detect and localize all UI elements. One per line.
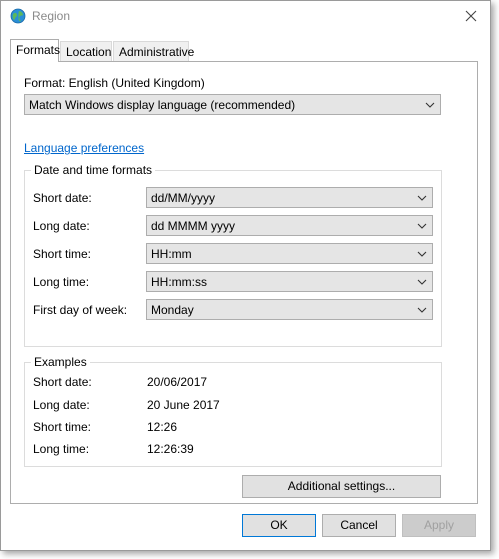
- additional-settings-button[interactable]: Additional settings...: [242, 475, 441, 498]
- example-short-time-value: 12:26: [147, 420, 178, 434]
- examples-group: Examples Short date: 20/06/2017 Long dat…: [24, 355, 442, 467]
- first-day-of-week-value: Monday: [151, 303, 194, 317]
- short-date-label: Short date:: [33, 191, 92, 205]
- long-date-select[interactable]: dd MMMM yyyy: [146, 215, 433, 236]
- example-long-time-label: Long time:: [33, 442, 90, 456]
- short-time-label: Short time:: [33, 247, 92, 261]
- examples-title: Examples: [31, 355, 90, 369]
- short-time-value: HH:mm: [151, 247, 192, 261]
- short-time-select[interactable]: HH:mm: [146, 243, 433, 264]
- example-short-time-label: Short time:: [33, 420, 92, 434]
- long-time-label: Long time:: [33, 275, 90, 289]
- example-long-date-value: 20 June 2017: [147, 398, 220, 412]
- example-short-date-value: 20/06/2017: [147, 375, 208, 389]
- chevron-down-icon: [425, 102, 435, 108]
- apply-button[interactable]: Apply: [402, 514, 476, 537]
- tab-formats[interactable]: Formats: [10, 39, 60, 62]
- short-date-select[interactable]: dd/MM/yyyy: [146, 187, 433, 208]
- close-button[interactable]: [462, 7, 480, 25]
- tab-administrative[interactable]: Administrative: [113, 41, 194, 61]
- example-long-date-label: Long date:: [33, 398, 90, 412]
- title-bar: Region: [1, 1, 490, 31]
- long-time-value: HH:mm:ss: [151, 275, 207, 289]
- chevron-down-icon: [417, 279, 427, 285]
- format-label: Format: English (United Kingdom): [24, 76, 205, 90]
- long-date-value: dd MMMM yyyy: [151, 219, 235, 233]
- chevron-down-icon: [417, 195, 427, 201]
- short-date-value: dd/MM/yyyy: [151, 191, 216, 205]
- chevron-down-icon: [417, 307, 427, 313]
- formats-panel: Format: English (United Kingdom) Match W…: [10, 61, 478, 504]
- close-icon: [465, 10, 477, 22]
- chevron-down-icon: [417, 223, 427, 229]
- ok-button[interactable]: OK: [242, 514, 316, 537]
- long-date-label: Long date:: [33, 219, 90, 233]
- example-short-date-label: Short date:: [33, 375, 92, 389]
- format-select-value: Match Windows display language (recommen…: [29, 98, 296, 112]
- cancel-button[interactable]: Cancel: [322, 514, 396, 537]
- window-title: Region: [32, 9, 71, 23]
- format-select[interactable]: Match Windows display language (recommen…: [24, 94, 441, 115]
- tab-location[interactable]: Location: [60, 41, 112, 61]
- first-day-of-week-label: First day of week:: [33, 303, 128, 317]
- first-day-of-week-select[interactable]: Monday: [146, 299, 433, 320]
- date-time-formats-title: Date and time formats: [31, 163, 156, 177]
- long-time-select[interactable]: HH:mm:ss: [146, 271, 433, 292]
- region-dialog: Region Formats Location Administrative F…: [0, 0, 491, 551]
- chevron-down-icon: [417, 251, 427, 257]
- language-preferences-link[interactable]: Language preferences: [24, 141, 144, 155]
- globe-icon: [10, 8, 26, 24]
- date-time-formats-group: Date and time formats Short date: dd/MM/…: [24, 163, 442, 347]
- example-long-time-value: 12:26:39: [147, 442, 194, 456]
